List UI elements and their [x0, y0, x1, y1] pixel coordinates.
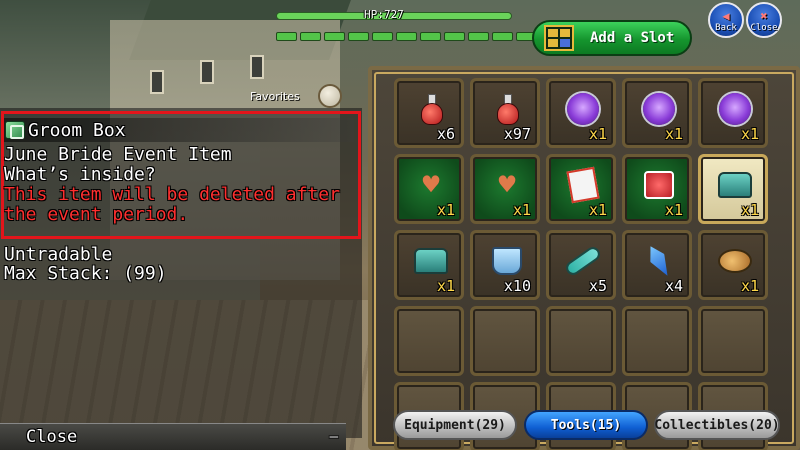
item-description: What’s inside?: [4, 164, 156, 185]
slot-quantity: x5: [588, 277, 607, 295]
sp-segment: [444, 32, 465, 41]
red-potion-icon: [489, 91, 525, 127]
slot-quantity: x10: [503, 277, 531, 295]
bucket-icon: [489, 243, 525, 279]
purple-doll-icon: [641, 91, 677, 127]
close-label: Close: [750, 23, 778, 33]
treasure-chest-icon: [717, 167, 753, 203]
close-info-label: Close: [26, 426, 78, 447]
slot-quantity: x1: [740, 125, 759, 143]
purple-doll-icon: [565, 91, 601, 127]
sp-segment: [300, 32, 321, 41]
back-label: Back: [715, 23, 737, 33]
favorites-label: Favorites: [250, 90, 300, 103]
hp-bar-group: HP:727: [276, 8, 561, 42]
card-icon: [565, 166, 601, 204]
inventory-slot[interactable]: x1: [546, 154, 616, 224]
slot-quantity: x97: [503, 125, 531, 143]
add-slot-button[interactable]: Add a Slot: [532, 20, 692, 56]
gift-box-icon: [641, 167, 677, 203]
item-max-stack: Max Stack: (99): [4, 263, 167, 284]
collapse-icon[interactable]: —: [330, 428, 338, 447]
slot-quantity: x1: [740, 201, 759, 219]
heart-cookie-icon: ♥: [498, 168, 516, 201]
empty-inventory-slot[interactable]: [698, 306, 768, 376]
inventory-slot[interactable]: x1: [546, 78, 616, 148]
slot-quantity: x4: [664, 277, 683, 295]
sp-segment: [324, 32, 345, 41]
grid-plus-icon: [544, 25, 574, 51]
empty-inventory-slot[interactable]: [622, 306, 692, 376]
inventory-slot[interactable]: x97: [470, 78, 540, 148]
purple-doll-icon: [717, 91, 753, 127]
inventory-slot[interactable]: x4: [622, 230, 692, 300]
inventory-slot[interactable]: x1: [698, 154, 768, 224]
empty-inventory-slot[interactable]: [470, 306, 540, 376]
inventory-slot[interactable]: x1: [622, 154, 692, 224]
treasure-chest-icon: [413, 243, 449, 279]
item-name: Groom Box: [28, 119, 126, 141]
slot-quantity: x6: [436, 125, 455, 143]
tab-collectibles-label: Collectibles(20): [654, 417, 780, 433]
inventory-slot[interactable]: x6: [394, 78, 464, 148]
inventory-slot[interactable]: x5: [546, 230, 616, 300]
item-trade-status: Untradable: [4, 244, 113, 265]
slot-quantity: x1: [740, 277, 759, 295]
slot-quantity: x1: [664, 201, 683, 219]
tab-collectibles[interactable]: Collectibles(20): [654, 410, 780, 440]
close-button[interactable]: ✖ Close: [746, 2, 782, 38]
back-button[interactable]: ◀ Back: [708, 2, 744, 38]
back-arrow-icon: ◀: [722, 9, 730, 23]
inventory-slot[interactable]: ♥ x1: [394, 154, 464, 224]
inventory-slot[interactable]: x1: [622, 78, 692, 148]
inventory-grid: x6 x97 x1 x1 x1 ♥ x1 ♥ x1 x1 x1 x1 x1 x10 x5 x4 x1: [394, 78, 768, 450]
book-icon: [5, 121, 25, 139]
empty-inventory-slot[interactable]: [546, 306, 616, 376]
sp-segment: [420, 32, 441, 41]
item-category: June Bride Event Item: [4, 144, 232, 165]
sp-segment: [396, 32, 417, 41]
heart-cookie-icon: ♥: [422, 168, 440, 201]
background-window: [150, 70, 164, 94]
tab-tools-label: Tools(15): [550, 417, 622, 433]
slot-quantity: x1: [664, 125, 683, 143]
sp-bar: [276, 32, 561, 41]
inventory-slot[interactable]: ♥ x1: [470, 154, 540, 224]
close-icon: ✖: [760, 9, 768, 23]
add-slot-label: Add a Slot: [590, 30, 675, 46]
close-info-bar[interactable]: Close —: [0, 423, 346, 450]
item-name-row: Groom Box: [4, 118, 354, 142]
sp-segment: [348, 32, 369, 41]
sp-segment: [468, 32, 489, 41]
empty-inventory-slot[interactable]: [394, 306, 464, 376]
inventory-slot[interactable]: x10: [470, 230, 540, 300]
slot-quantity: x1: [588, 125, 607, 143]
inventory-slot[interactable]: x1: [698, 230, 768, 300]
tab-equipment[interactable]: Equipment(29): [393, 410, 517, 440]
sp-segment: [372, 32, 393, 41]
item-warning-line1: This item will be deleted after: [4, 184, 340, 205]
red-potion-icon: [413, 91, 449, 127]
slot-quantity: x1: [436, 277, 455, 295]
background-window: [200, 60, 214, 84]
background-window: [250, 55, 264, 79]
inventory-slot[interactable]: x1: [394, 230, 464, 300]
tab-equipment-label: Equipment(29): [404, 417, 506, 433]
hp-label: HP:727: [364, 8, 404, 21]
tab-tools[interactable]: Tools(15): [524, 410, 648, 440]
fish-icon: [717, 243, 753, 279]
sp-segment: [492, 32, 513, 41]
crossbow-icon: [565, 243, 601, 279]
favorites-toggle[interactable]: [318, 84, 342, 108]
slot-quantity: x1: [436, 201, 455, 219]
sp-segment: [276, 32, 297, 41]
item-warning-line2: the event period.: [4, 204, 189, 225]
blue-shard-icon: [641, 243, 677, 279]
slot-quantity: x1: [588, 201, 607, 219]
slot-quantity: x1: [512, 201, 531, 219]
inventory-slot[interactable]: x1: [698, 78, 768, 148]
